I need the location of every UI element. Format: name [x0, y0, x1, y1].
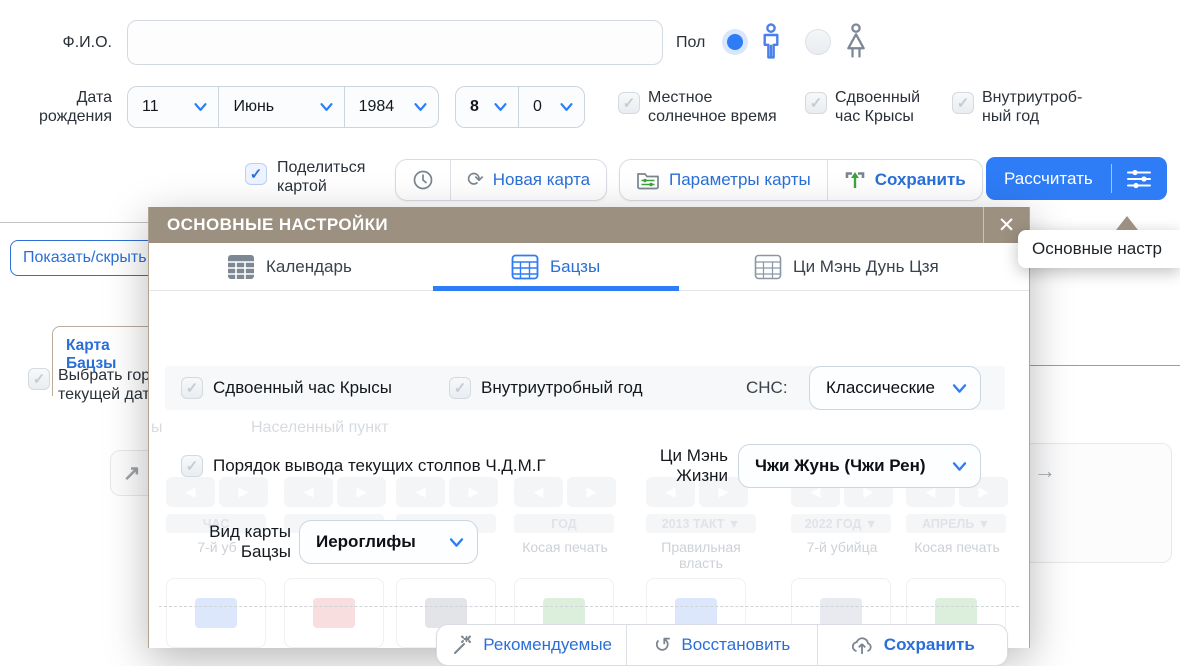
- settings-tooltip: Основные настр: [1018, 230, 1180, 268]
- day-select[interactable]: 11: [128, 87, 219, 127]
- chart-actions-group-1: ⟳ Новая карта: [395, 159, 607, 201]
- minute-select[interactable]: 0: [519, 87, 584, 127]
- sns-label: СНС:: [746, 378, 788, 398]
- cloud-upload-icon: [850, 634, 874, 656]
- left-panel-divider: [0, 222, 148, 223]
- gender-male-radio[interactable]: [722, 29, 748, 55]
- double-rat-hour-label: Сдвоенный час Крысы: [835, 88, 920, 126]
- intrauterine-year-label: Внутриутроб- ный год: [982, 88, 1082, 126]
- name-input[interactable]: [127, 20, 663, 65]
- tab-calendar[interactable]: Календарь: [227, 243, 352, 291]
- right-panel-divider: [1030, 365, 1180, 366]
- name-label: Ф.И.О.: [20, 33, 112, 52]
- modal-title: ОСНОВНЫЕ НАСТРОЙКИ: [149, 215, 983, 235]
- save-chart-button[interactable]: Сохранить: [828, 160, 982, 200]
- main-settings-modal: ь Версия про СНС кратко Иероглифы Здоров…: [148, 207, 1030, 648]
- chart-actions-group-2: Параметры карты Сохранить: [619, 159, 983, 201]
- modal-save-button[interactable]: Сохранить: [818, 625, 1007, 665]
- arrow-up-right-icon: ↗: [123, 461, 141, 486]
- intrauterine-year-checkbox[interactable]: ✓: [952, 92, 974, 114]
- sns-dropdown[interactable]: Классические: [809, 366, 981, 410]
- birthdate-select-group: 11 Июнь 1984: [127, 86, 439, 128]
- tooltip-arrow: [1116, 216, 1138, 230]
- pillar-order-checkbox[interactable]: ✓: [181, 455, 203, 477]
- select-city-label: Выбрать город для текущей даты: [58, 366, 148, 404]
- sliders-icon: [1126, 168, 1152, 190]
- refresh-icon: ⟳: [467, 170, 484, 190]
- calculate-button[interactable]: Рассчитать: [986, 157, 1111, 200]
- qimen-life-dropdown[interactable]: Чжи Жунь (Чжи Рен): [738, 444, 981, 488]
- local-solar-label: Местное солнечное время: [648, 88, 777, 126]
- chevron-down-icon: [448, 537, 465, 548]
- modal-double-rat-label: Сдвоенный час Крысы: [213, 378, 392, 398]
- modal-tabs: Календарь Бацзы Ци Мэнь Дунь Цзя: [149, 243, 1029, 291]
- year-select[interactable]: 1984: [345, 87, 438, 127]
- modal-content: ✓ Сдвоенный час Крысы ✓ Внутриутробный г…: [149, 243, 1029, 648]
- main-settings-button[interactable]: [1112, 157, 1167, 200]
- select-city-checkbox[interactable]: ✓: [28, 368, 50, 390]
- undo-icon: ↺: [654, 635, 672, 656]
- upload-save-icon: [844, 169, 866, 191]
- gender-label: Пол: [676, 33, 705, 52]
- hour-select[interactable]: 8: [456, 87, 519, 127]
- chevron-down-icon: [951, 461, 968, 472]
- clock-icon: [412, 169, 434, 191]
- qimen-life-label: Ци Мэнь Жизни: [641, 446, 728, 486]
- modal-double-rat-checkbox[interactable]: ✓: [181, 377, 203, 399]
- close-icon: ✕: [998, 213, 1016, 238]
- share-chart-label: Поделиться картой: [277, 158, 365, 196]
- chart-view-label: Вид карты Бацзы: [196, 522, 291, 562]
- tab-bazi[interactable]: Бацзы: [511, 243, 600, 291]
- modal-footer: Рекомендуемые ↺ Восстановить Сохранить: [436, 624, 1008, 666]
- new-chart-button[interactable]: ⟳ Новая карта: [451, 160, 606, 200]
- restore-button[interactable]: ↺ Восстановить: [627, 625, 817, 665]
- pillar-order-label: Порядок вывода текущих столпов Ч.Д.М.Г: [213, 456, 546, 476]
- history-button[interactable]: [396, 160, 451, 200]
- local-solar-checkbox[interactable]: ✓: [618, 92, 640, 114]
- calendar-outline-blue-icon: [511, 254, 539, 280]
- chart-params-button[interactable]: Параметры карты: [620, 160, 828, 200]
- gender-female-radio[interactable]: [805, 29, 831, 55]
- recommended-button[interactable]: Рекомендуемые: [437, 625, 627, 665]
- share-chart-checkbox[interactable]: ✓: [245, 163, 267, 185]
- chevron-down-icon: [951, 383, 968, 394]
- magic-wand-icon: [451, 634, 473, 656]
- active-tab-underline: [433, 286, 679, 291]
- birthtime-select-group: 8 0: [455, 86, 585, 128]
- modal-intrauterine-checkbox[interactable]: ✓: [449, 377, 471, 399]
- birthdate-label: Дата рождения: [20, 88, 112, 126]
- arrow-right-icon[interactable]: →: [1034, 458, 1056, 484]
- chart-view-dropdown[interactable]: Иероглифы: [299, 520, 478, 564]
- female-icon: [842, 23, 870, 61]
- calculate-button-group: Рассчитать: [986, 157, 1167, 200]
- folder-settings-icon: [636, 170, 660, 190]
- modal-header: ОСНОВНЫЕ НАСТРОЙКИ ✕: [149, 207, 1029, 243]
- male-icon: [757, 23, 785, 61]
- double-rat-hour-checkbox[interactable]: ✓: [805, 92, 827, 114]
- calendar-filled-icon: [227, 254, 255, 280]
- month-select[interactable]: Июнь: [219, 87, 344, 127]
- tab-qimen[interactable]: Ци Мэнь Дунь Цзя: [754, 243, 939, 291]
- calendar-outline-gray-icon: [754, 254, 782, 280]
- modal-intrauterine-label: Внутриутробный год: [481, 378, 643, 398]
